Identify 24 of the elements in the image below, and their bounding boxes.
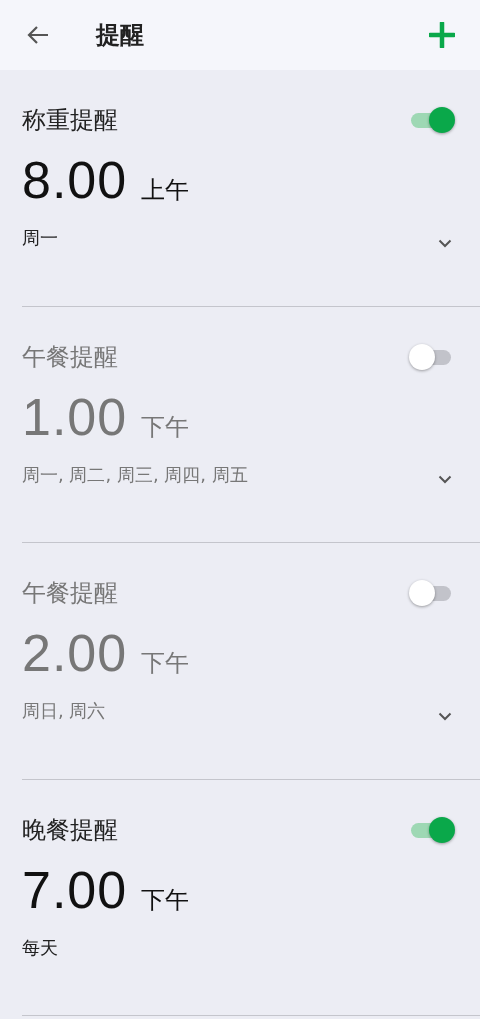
back-arrow-icon[interactable] — [26, 25, 50, 45]
reminder-name: 午餐提醒 — [22, 341, 118, 373]
reminder-time[interactable]: 8.00 — [22, 150, 128, 210]
repeat-days: 周日, 周六 — [22, 699, 106, 723]
time-period: 上午 — [141, 175, 190, 206]
toggle-switch[interactable] — [409, 106, 455, 134]
reminder-time[interactable]: 7.00 — [22, 859, 128, 920]
add-icon[interactable] — [429, 22, 455, 48]
reminder-time[interactable]: 1.00 — [22, 386, 128, 447]
chevron-down-icon[interactable] — [438, 475, 452, 484]
reminder-time[interactable]: 2.00 — [22, 623, 128, 683]
chevron-down-icon[interactable] — [438, 711, 452, 721]
repeat-days: 周一, 周二, 周三, 周四, 周五 — [22, 462, 248, 487]
reminder-name: 晚餐提醒 — [22, 814, 118, 846]
repeat-days: 每天 — [22, 935, 58, 960]
chevron-down-icon[interactable] — [438, 238, 452, 248]
reminder-name: 午餐提醒 — [22, 578, 118, 609]
reminder-name: 称重提醒 — [22, 105, 118, 136]
page-title: 提醒 — [96, 20, 145, 51]
toggle-switch[interactable] — [409, 815, 455, 844]
time-period: 下午 — [141, 884, 190, 916]
repeat-days: 周一 — [22, 226, 58, 250]
time-period: 下午 — [141, 648, 190, 679]
time-period: 下午 — [141, 411, 190, 443]
